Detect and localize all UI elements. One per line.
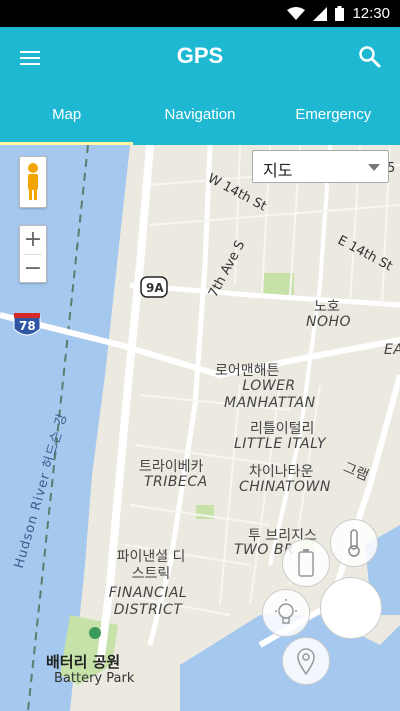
location-pin-icon	[297, 648, 315, 675]
lower-manhattan-en: LOWER MANHATTAN	[224, 378, 316, 411]
main-action-button[interactable]	[320, 577, 382, 639]
zoom-control: + −	[19, 225, 47, 283]
battery-level-button[interactable]	[282, 539, 330, 587]
light-bulb-icon	[275, 599, 297, 624]
app-title: GPS	[176, 43, 224, 68]
noho-ko: 노호	[314, 299, 340, 315]
light-bulb-button[interactable]	[262, 589, 310, 637]
tab-map[interactable]: Map	[0, 87, 133, 145]
lower-manhattan-ko: 로어맨해튼	[215, 363, 280, 379]
chinatown-en: CHINATOWN	[239, 479, 331, 495]
route-9a-label: 9A	[146, 281, 164, 295]
little-italy-en: LITTLE ITALY	[234, 436, 327, 452]
tab-emergency[interactable]: Emergency	[267, 87, 400, 145]
noho-en: NOHO	[306, 314, 352, 330]
financial-en: FINANCIAL DISTRICT	[108, 585, 188, 618]
i78-label: 78	[19, 319, 36, 333]
status-time: 12:30	[352, 5, 390, 22]
tribeca-en: TRIBECA	[144, 474, 208, 490]
chinatown-ko: 차이나타운	[249, 464, 314, 480]
tribeca-ko: 트라이베카	[139, 459, 204, 475]
tab-navigation[interactable]: Navigation	[133, 87, 266, 145]
thermometer-icon	[348, 529, 360, 557]
battery-level-icon	[298, 549, 314, 577]
search-icon[interactable]	[356, 43, 384, 71]
map-type-dropdown[interactable]: 지도	[252, 150, 389, 183]
map-view[interactable]: 9A 78 W 14th St E 14th St 7th Ave S 5 노호…	[0, 145, 400, 711]
status-icons: 12:30	[287, 0, 390, 27]
financial-ko: 파이낸셜 디스트릭	[116, 549, 186, 582]
battery-icon	[335, 6, 345, 21]
street-view-pegman-icon[interactable]	[19, 156, 47, 208]
status-bar: 12:30	[0, 0, 400, 27]
thermometer-button[interactable]	[330, 519, 378, 567]
wifi-icon	[287, 6, 306, 21]
zoom-in-button[interactable]: +	[20, 226, 46, 254]
battery-en: Battery Park	[54, 671, 135, 686]
chevron-down-icon	[368, 164, 380, 171]
little-italy-ko: 리틀이털리	[250, 421, 315, 437]
zoom-out-button[interactable]: −	[20, 255, 46, 283]
park-icon	[89, 627, 101, 639]
tab-bar: Map Navigation Emergency	[0, 87, 400, 145]
edge-label-ea: EA	[384, 342, 400, 358]
signal-icon	[313, 6, 328, 21]
i78-shield-top	[14, 313, 40, 318]
app-bar: GPS	[0, 27, 400, 87]
battery-ko: 배터리 공원	[46, 653, 121, 671]
map-type-value: 지도	[263, 161, 293, 180]
location-button[interactable]	[282, 637, 330, 685]
park	[262, 273, 294, 295]
